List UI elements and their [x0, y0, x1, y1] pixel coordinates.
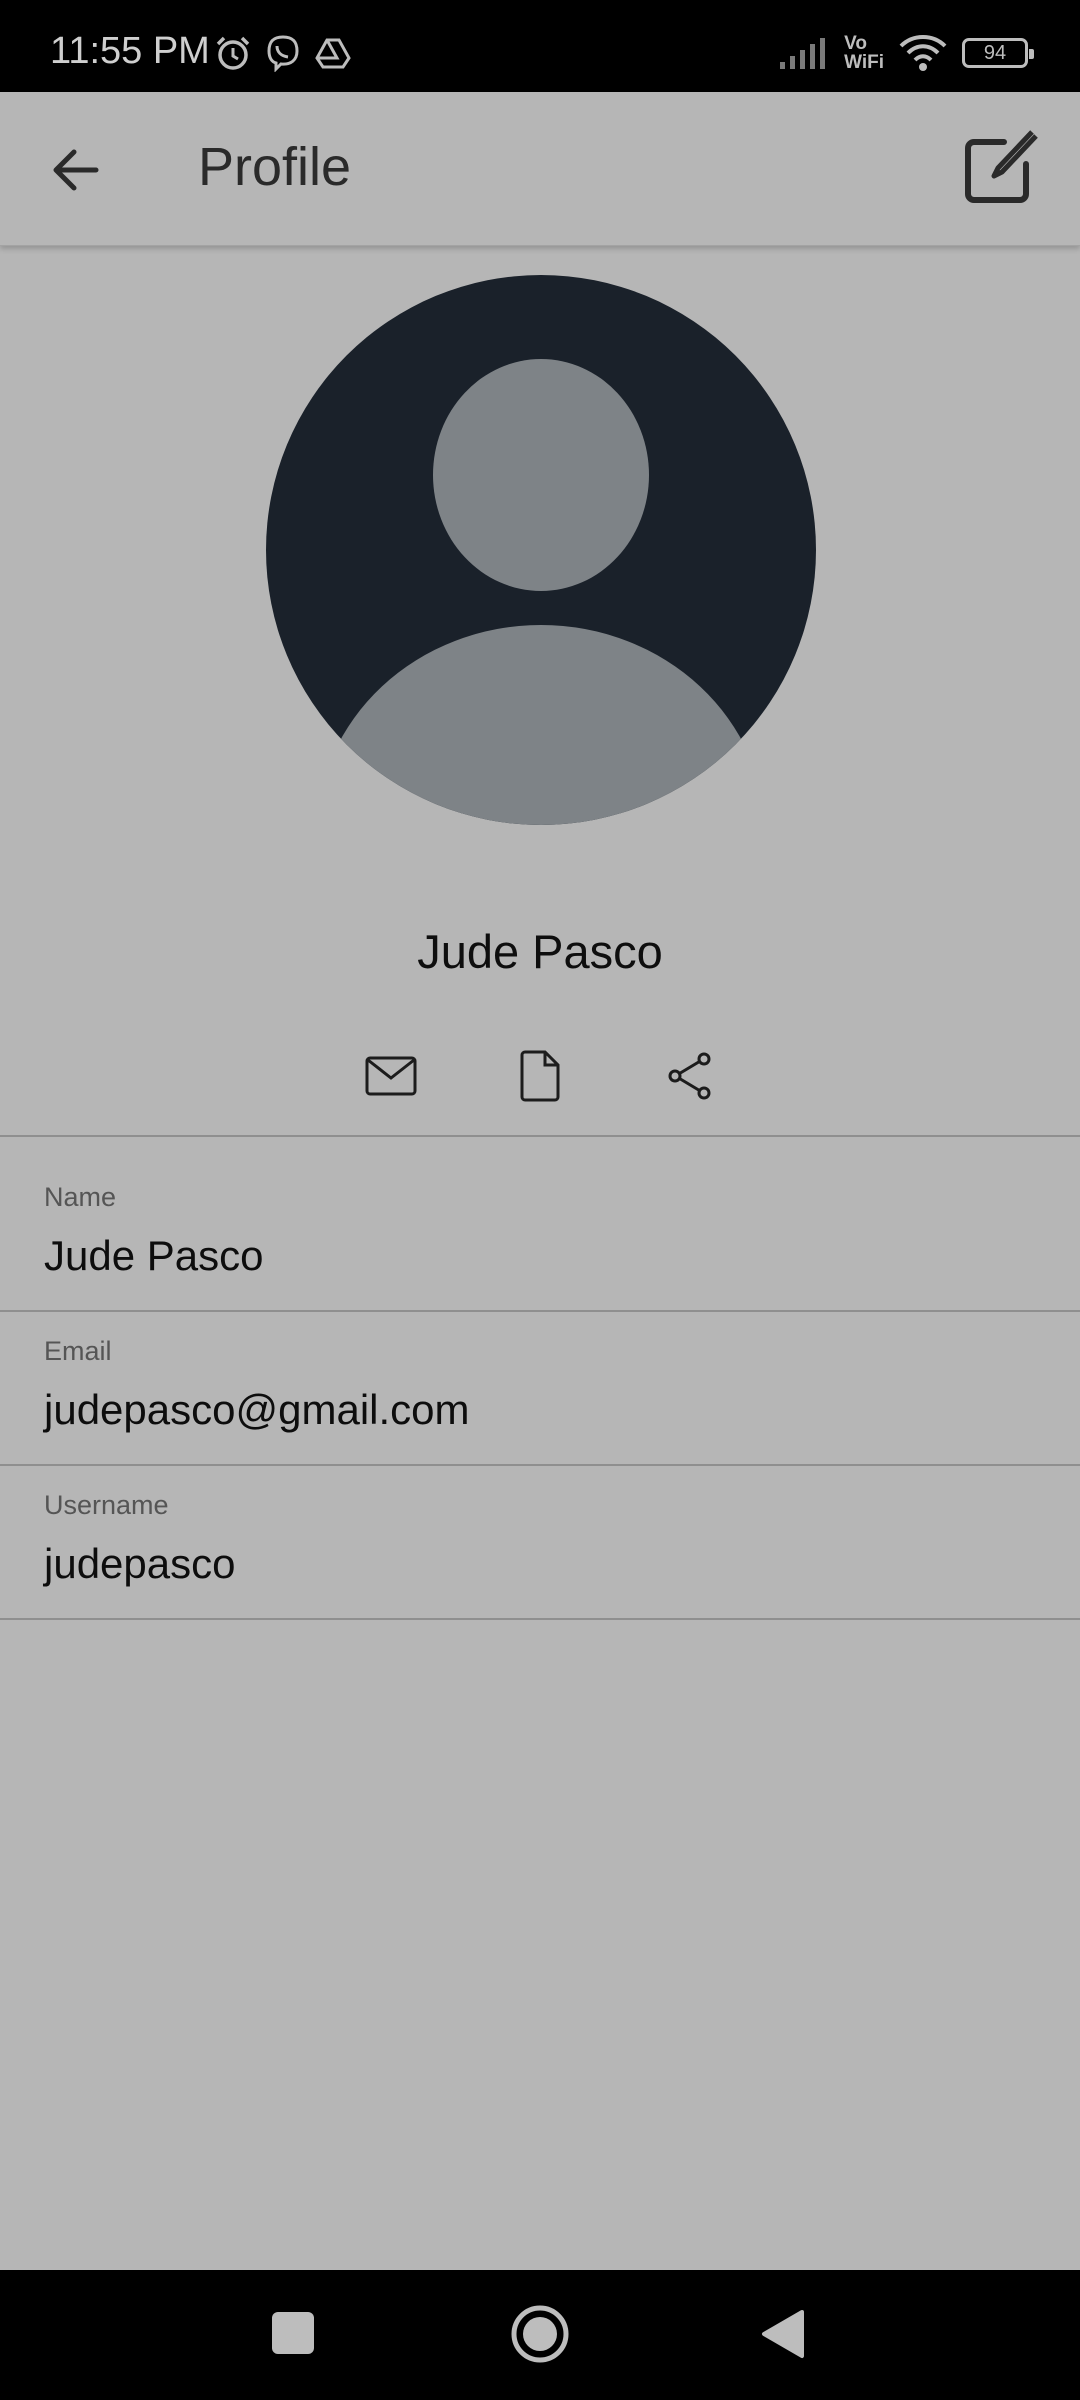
- edit-profile-button[interactable]: [960, 128, 1040, 208]
- profile-actions: [0, 1048, 1080, 1104]
- status-bar: 11:55 PM Vo WiFi 94: [0, 0, 1080, 92]
- field-label: Email: [44, 1336, 112, 1366]
- email-action-button[interactable]: [361, 1048, 421, 1104]
- battery-indicator: 94: [962, 38, 1034, 68]
- page-title: Profile: [198, 137, 352, 197]
- back-nav-button[interactable]: [760, 2308, 806, 2365]
- vowifi-indicator: Vo WiFi: [844, 33, 884, 73]
- document-action-button[interactable]: [510, 1048, 570, 1104]
- triangle-back-icon: [762, 2310, 804, 2358]
- signal-icon: [780, 38, 826, 69]
- field-label: Name: [44, 1182, 117, 1212]
- back-button[interactable]: [44, 138, 108, 202]
- alarm-icon: [216, 36, 250, 70]
- divider: [0, 1135, 1080, 1137]
- divider: [0, 1310, 1080, 1312]
- mail-icon: [365, 1056, 417, 1096]
- square-icon: [272, 2312, 314, 2354]
- status-time: 11:55 PM: [50, 30, 210, 72]
- field-value: judepasco: [44, 1540, 236, 1587]
- status-icons-left: [214, 34, 352, 72]
- share-icon: [668, 1052, 711, 1100]
- share-action-button[interactable]: [660, 1048, 720, 1104]
- document-icon: [520, 1050, 560, 1102]
- circle-icon: [511, 2305, 569, 2363]
- viber-icon: [267, 35, 299, 72]
- status-icons-right: Vo WiFi 94: [778, 33, 1034, 73]
- edit-icon: [965, 130, 1038, 203]
- profile-name: Jude Pasco: [417, 925, 663, 978]
- arrow-left-icon: [53, 149, 99, 191]
- navigation-bar: [0, 2270, 1080, 2400]
- wifi-icon: [899, 35, 947, 71]
- divider: [0, 1618, 1080, 1620]
- field-value: Jude Pasco: [44, 1232, 264, 1279]
- recents-button[interactable]: [270, 2310, 316, 2361]
- field-label: Username: [44, 1490, 169, 1520]
- divider: [0, 1464, 1080, 1466]
- home-button[interactable]: [510, 2304, 570, 2369]
- app-bar: Profile: [0, 92, 1080, 246]
- drive-icon: [315, 38, 351, 69]
- avatar[interactable]: [266, 275, 816, 825]
- field-value: judepasco@gmail.com: [44, 1386, 470, 1433]
- person-placeholder-icon: [266, 275, 816, 825]
